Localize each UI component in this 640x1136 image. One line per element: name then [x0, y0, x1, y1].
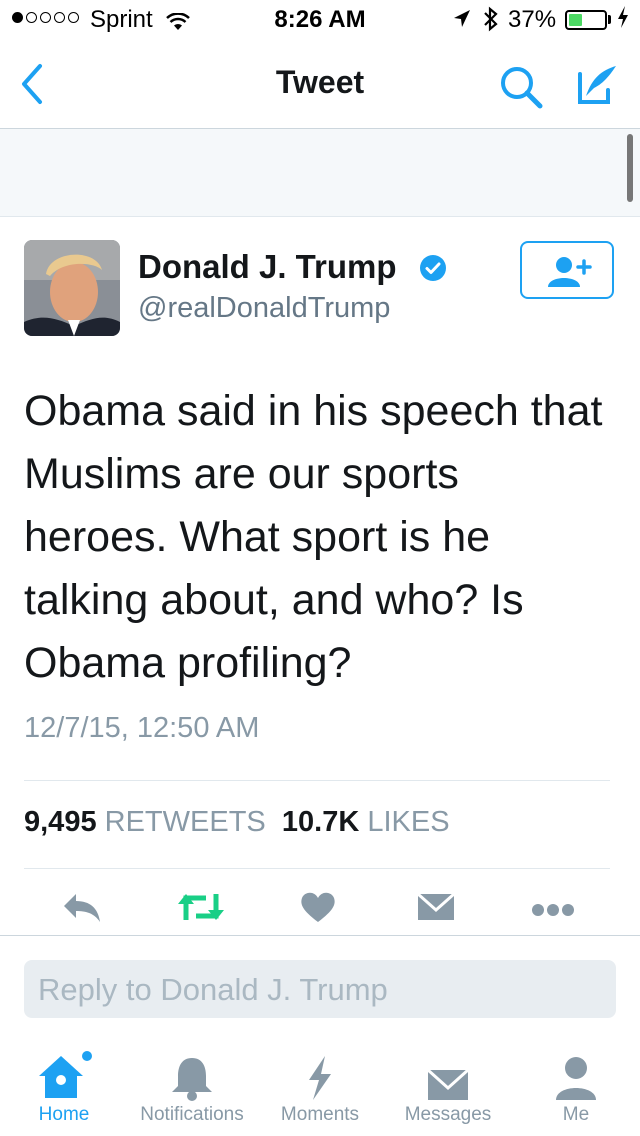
battery-tip: [608, 15, 611, 24]
navigation-bar: Tweet: [0, 40, 640, 129]
tweet-text: Obama said in his speech that Muslims ar…: [24, 387, 603, 687]
tweet-stats: 9,495 RETWEETS 10.7K LIKES: [24, 806, 450, 839]
reply-placeholder: Reply to Donald J. Trump: [38, 972, 388, 1007]
tab-messages[interactable]: Messages: [384, 1050, 512, 1126]
person-icon: [556, 1057, 596, 1100]
author-name[interactable]: Donald J. Trump: [138, 248, 397, 286]
add-user-icon: [548, 257, 592, 287]
tab-me[interactable]: Me: [512, 1050, 640, 1126]
divider: [24, 780, 610, 781]
tab-label-messages: Messages: [404, 1104, 492, 1125]
battery-icon: [565, 10, 607, 30]
location-arrow-icon: [452, 8, 472, 37]
scrollbar[interactable]: [627, 134, 633, 202]
avatar[interactable]: [24, 240, 120, 336]
tab-label-me: Me: [562, 1104, 590, 1125]
retweet-count[interactable]: 9,495: [24, 806, 97, 838]
timeline-banner: [0, 129, 640, 217]
compose-icon[interactable]: [572, 62, 620, 113]
reply-icon[interactable]: [62, 890, 102, 929]
lightning-icon: [309, 1056, 331, 1100]
tab-moments[interactable]: Moments: [256, 1050, 384, 1126]
retweet-label[interactable]: RETWEETS: [105, 806, 266, 838]
author-handle[interactable]: @realDonaldTrump: [138, 292, 390, 325]
bluetooth-icon: [482, 6, 500, 39]
like-label[interactable]: LIKES: [367, 806, 449, 838]
home-icon: [39, 1051, 92, 1098]
bell-icon: [172, 1058, 212, 1101]
follow-button[interactable]: [520, 241, 614, 299]
battery-percentage: 37%: [508, 6, 557, 33]
direct-message-icon[interactable]: [416, 890, 456, 929]
charging-bolt-icon: [616, 4, 630, 36]
page-title: Tweet: [275, 64, 365, 100]
retweet-icon[interactable]: [176, 890, 226, 929]
tab-label-home: Home: [38, 1104, 90, 1125]
tab-label-notifications: Notifications: [140, 1104, 244, 1125]
tab-notifications[interactable]: Notifications: [128, 1050, 256, 1126]
search-icon[interactable]: [498, 64, 544, 115]
status-bar: Sprint 8:26 AM 37%: [0, 0, 640, 40]
reply-input[interactable]: Reply to Donald J. Trump: [24, 960, 616, 1018]
more-options-icon[interactable]: [530, 890, 576, 929]
heart-icon[interactable]: [300, 890, 336, 929]
divider: [24, 868, 610, 869]
verified-badge-icon: [418, 253, 448, 288]
tab-home[interactable]: Home: [0, 1050, 128, 1126]
tweet-timestamp: 12/7/15, 12:50 AM: [24, 712, 260, 744]
tab-label-moments: Moments: [280, 1104, 360, 1125]
like-count[interactable]: 10.7K: [282, 806, 359, 838]
envelope-icon: [426, 1068, 470, 1100]
divider: [0, 935, 640, 936]
